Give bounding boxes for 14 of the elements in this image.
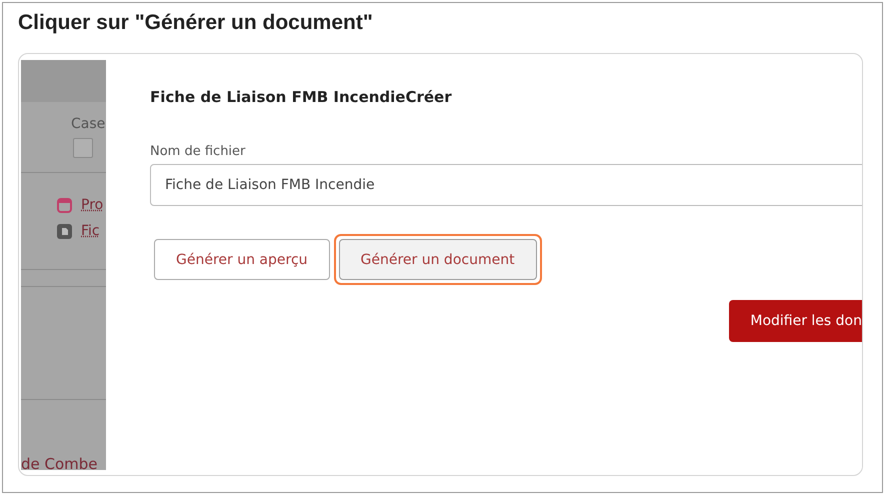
footer-link[interactable]: de Combe [21, 455, 106, 470]
instruction-title: Cliquer sur "Générer un document" [18, 11, 374, 35]
generate-button[interactable]: Générer un document [338, 239, 537, 280]
document-icon [57, 224, 72, 238]
filename-field[interactable]: Fiche de Liaison FMB Incendie [150, 164, 862, 206]
dialog-title: Fiche de Liaison FMB IncendieCréer [150, 88, 453, 106]
checkbox[interactable] [73, 138, 93, 158]
field-label: Nom de fichier [150, 144, 246, 159]
generate-button[interactable]: Générer un aperçu [154, 239, 330, 280]
document-link[interactable]: Pro [81, 197, 104, 213]
edit-data-button[interactable]: Modifier les don [729, 300, 862, 342]
column-header: Case [71, 116, 106, 132]
calendar-icon [57, 198, 72, 212]
document-link[interactable]: Fic [81, 223, 100, 239]
